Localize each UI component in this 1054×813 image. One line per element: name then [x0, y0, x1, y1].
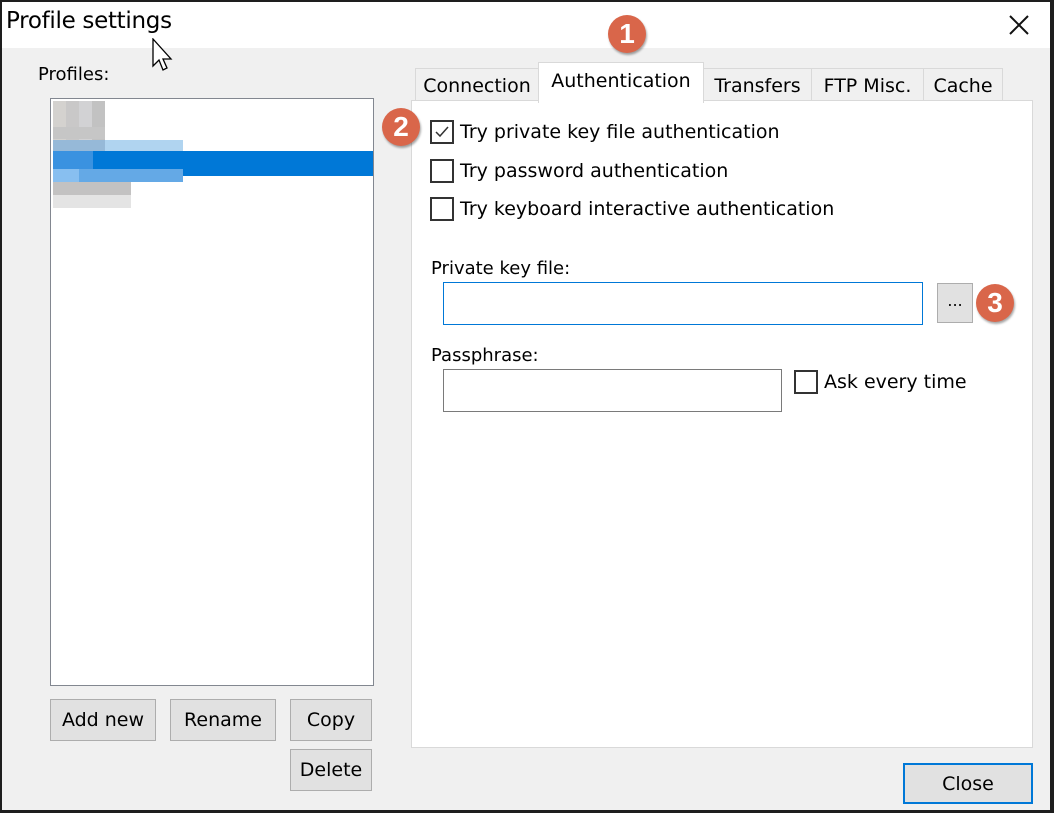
ask-every-time-label: Ask every time — [824, 371, 967, 393]
checkbox-checked[interactable] — [430, 120, 454, 144]
passphrase-label: Passphrase: — [431, 345, 539, 366]
private-key-auth-checkbox[interactable]: Try private key file authentication — [430, 120, 780, 144]
annotation-badge-1: 1 — [608, 15, 646, 53]
password-auth-checkbox[interactable]: Try password authentication — [430, 159, 728, 183]
password-auth-label: Try password authentication — [460, 160, 729, 182]
tab-cache[interactable]: Cache — [923, 68, 1003, 102]
close-button[interactable]: Close — [903, 763, 1033, 804]
private-key-auth-label: Try private key file authentication — [460, 121, 780, 143]
annotation-badge-2: 2 — [382, 108, 420, 146]
profiles-listbox[interactable] — [50, 98, 374, 686]
add-new-button[interactable]: Add new — [50, 699, 156, 741]
browse-private-key-button[interactable]: ... — [937, 283, 973, 323]
window-title: Profile settings — [6, 8, 172, 34]
mouse-cursor-icon — [152, 37, 178, 82]
checkbox-unchecked[interactable] — [430, 159, 454, 183]
annotation-badge-3: 3 — [976, 284, 1014, 322]
keyboard-interactive-auth-checkbox[interactable]: Try keyboard interactive authentication — [430, 197, 834, 221]
private-key-file-input[interactable] — [443, 282, 923, 325]
ask-every-time-checkbox[interactable]: Ask every time — [794, 370, 967, 394]
close-x-icon[interactable] — [1006, 12, 1032, 38]
checkbox-unchecked[interactable] — [794, 370, 818, 394]
authentication-panel: Try private key file authentication Try … — [411, 100, 1033, 748]
profile-item-redacted[interactable] — [53, 127, 105, 139]
keyboard-interactive-auth-label: Try keyboard interactive authentication — [460, 198, 835, 220]
tab-connection[interactable]: Connection — [415, 68, 539, 102]
checkbox-unchecked[interactable] — [430, 197, 454, 221]
private-key-file-label: Private key file: — [431, 258, 571, 279]
passphrase-input[interactable] — [443, 369, 782, 412]
profile-settings-dialog: Profile settings Profiles: Add new Renam… — [2, 2, 1050, 810]
tab-authentication[interactable]: Authentication — [538, 62, 704, 103]
rename-button[interactable]: Rename — [170, 699, 276, 741]
profile-item-redacted[interactable] — [53, 169, 183, 182]
copy-button[interactable]: Copy — [290, 699, 372, 741]
profile-item-redacted[interactable] — [53, 182, 131, 208]
tab-transfers[interactable]: Transfers — [703, 68, 812, 102]
tab-ftp-misc[interactable]: FTP Misc. — [811, 68, 924, 102]
profiles-label: Profiles: — [38, 64, 110, 85]
delete-button[interactable]: Delete — [290, 749, 372, 791]
